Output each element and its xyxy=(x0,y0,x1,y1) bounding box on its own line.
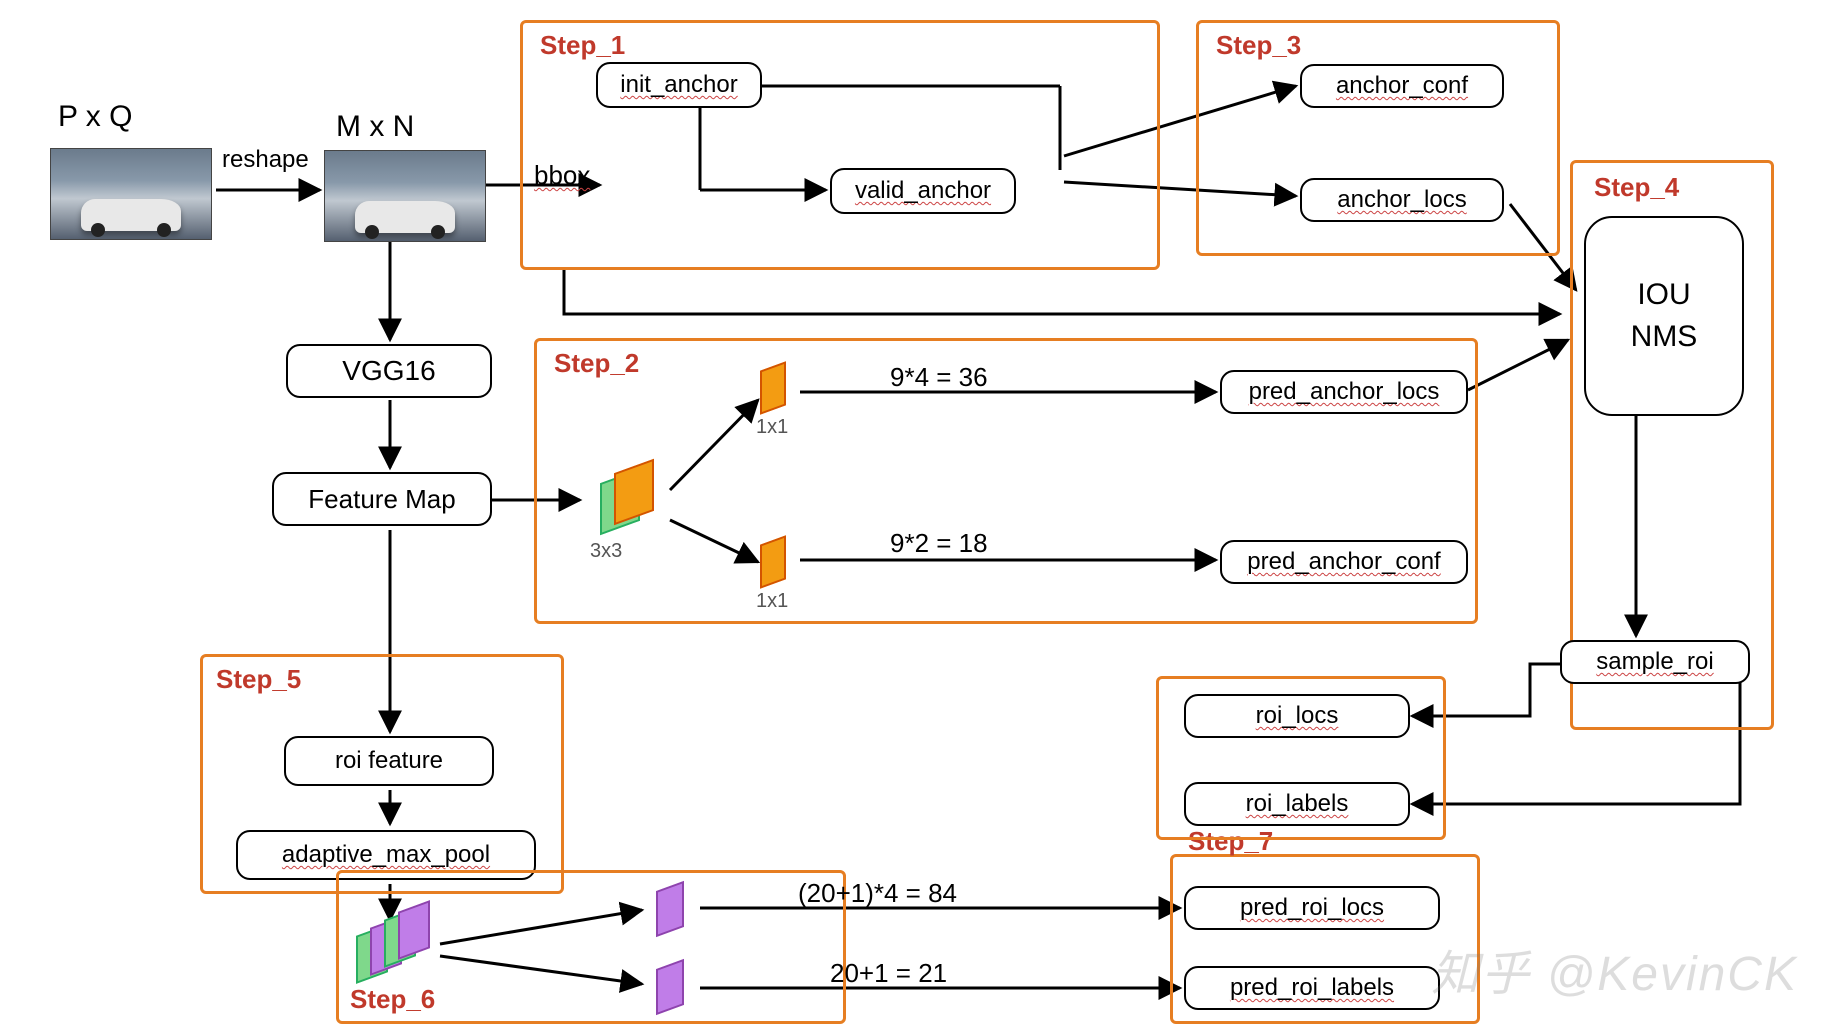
step6-label: Step_6 xyxy=(350,984,435,1015)
pred-roi-locs-node: pred_roi_locs xyxy=(1184,886,1440,930)
bbox-label: bbox xyxy=(534,160,590,191)
iou-nms-node: IOU NMS xyxy=(1584,216,1744,416)
roi-labels-node: roi_labels xyxy=(1184,782,1410,826)
step3-label: Step_3 xyxy=(1216,30,1301,61)
step4-label: Step_4 xyxy=(1594,172,1679,203)
step2-label: Step_2 xyxy=(554,348,639,379)
input-image-pxq xyxy=(50,148,212,240)
eq2-label: 9*2 = 18 xyxy=(890,528,988,559)
mxn-label: M x N xyxy=(336,110,414,144)
eq4-label: 20+1 = 21 xyxy=(830,958,947,989)
sample-roi-node: sample_roi xyxy=(1560,640,1750,684)
roi-locs-node: roi_locs xyxy=(1184,694,1410,738)
roi-feature-node: roi feature xyxy=(284,736,494,786)
conv1x1-bottom-label: 1x1 xyxy=(756,590,788,613)
conv3x3-label: 3x3 xyxy=(590,540,622,563)
init-anchor-node: init_anchor xyxy=(596,62,762,108)
pred-anchor-locs-node: pred_anchor_locs xyxy=(1220,370,1468,414)
step5-label: Step_5 xyxy=(216,664,301,695)
watermark: 知乎 @KevinCK xyxy=(1431,934,1798,1004)
eq1-label: 9*4 = 36 xyxy=(890,362,988,393)
anchor-locs-node: anchor_locs xyxy=(1300,178,1504,222)
anchor-conf-node: anchor_conf xyxy=(1300,64,1504,108)
vgg16-node: VGG16 xyxy=(286,344,492,398)
pxq-label: P x Q xyxy=(58,100,132,134)
diagram-canvas: P x Q reshape M x N Step_1 bbox init_anc… xyxy=(0,0,1838,1034)
feature-map-node: Feature Map xyxy=(272,472,492,526)
valid-anchor-node: valid_anchor xyxy=(830,168,1016,214)
pred-anchor-conf-node: pred_anchor_conf xyxy=(1220,540,1468,584)
step1-label: Step_1 xyxy=(540,30,625,61)
input-image-mxn xyxy=(324,150,486,242)
eq3-label: (20+1)*4 = 84 xyxy=(798,878,957,909)
pred-roi-labels-node: pred_roi_labels xyxy=(1184,966,1440,1010)
reshape-label: reshape xyxy=(222,146,309,174)
conv1x1-top-label: 1x1 xyxy=(756,416,788,439)
